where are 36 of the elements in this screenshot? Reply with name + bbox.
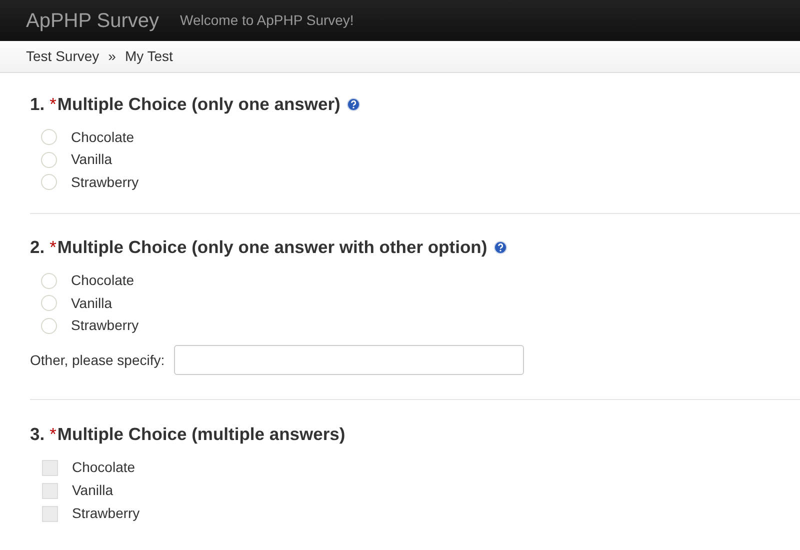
radio-button[interactable] [41, 152, 57, 168]
required-mark: * [50, 92, 56, 116]
question-number: 3. [30, 422, 45, 446]
help-icon[interactable] [494, 241, 508, 254]
radio-button[interactable] [41, 272, 57, 289]
checkbox[interactable] [42, 482, 58, 498]
breadcrumb-link[interactable]: Test Survey [26, 46, 100, 67]
breadcrumb-separator: » [108, 47, 116, 66]
brand-title[interactable]: ApPHP Survey [26, 6, 160, 36]
help-icon[interactable] [347, 98, 360, 110]
radio-button[interactable] [41, 174, 57, 190]
required-mark: * [50, 422, 56, 446]
radio-button[interactable] [41, 129, 57, 146]
option-label: Strawberry [71, 316, 139, 336]
option-label: Vanilla [71, 150, 112, 170]
option-label: Strawberry [72, 504, 140, 523]
option-label: Vanilla [71, 294, 112, 313]
option-label: Vanilla [72, 481, 113, 500]
welcome-text: Welcome to ApPHP Survey! [180, 11, 354, 30]
required-mark: * [50, 236, 56, 260]
question-number: 1. [30, 92, 45, 116]
checkbox[interactable] [42, 506, 58, 522]
option-label: Chocolate [71, 128, 134, 147]
question-number: 2. [30, 236, 45, 260]
option-label: Strawberry [71, 172, 139, 192]
option-label: Chocolate [71, 271, 134, 290]
radio-button[interactable] [41, 295, 57, 312]
other-input-field[interactable] [174, 345, 524, 375]
question-title: Multiple Choice (multiple answers) [57, 422, 346, 446]
radio-button[interactable] [41, 318, 57, 334]
breadcrumb-link[interactable]: My Test [124, 46, 173, 67]
other-label: Other, please specify: [30, 350, 165, 370]
question-title: Multiple Choice (only one answer with other option) [57, 236, 488, 260]
checkbox[interactable] [42, 460, 58, 476]
option-label: Chocolate [72, 458, 136, 477]
question-title: Multiple Choice (only one answer) [57, 92, 340, 116]
